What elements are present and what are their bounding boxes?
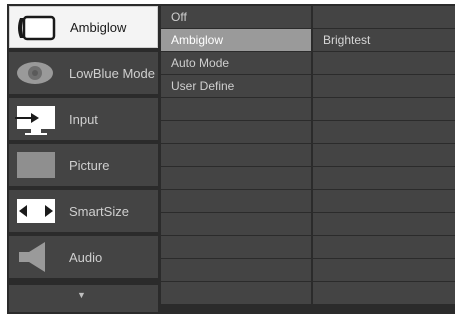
empty-row	[161, 282, 311, 304]
menu-item-picture[interactable]: Picture	[9, 144, 158, 186]
option-user-define[interactable]: User Define	[161, 75, 311, 97]
option-off[interactable]: Off	[161, 6, 311, 28]
menu-label-audio: Audio	[69, 249, 103, 265]
empty-row	[161, 144, 311, 166]
empty-row	[161, 190, 311, 212]
value-label: Brightest	[323, 33, 371, 47]
menu-label-picture: Picture	[69, 157, 110, 173]
smartsize-icon	[17, 199, 55, 223]
lowblue-eye-icon	[17, 62, 53, 84]
empty-row	[313, 52, 455, 74]
empty-row	[313, 75, 455, 97]
empty-row	[313, 167, 455, 189]
picture-icon	[17, 152, 55, 178]
option-ambiglow[interactable]: Ambiglow	[161, 29, 311, 51]
empty-row	[313, 6, 455, 28]
menu-item-ambiglow[interactable]: Ambiglow	[9, 6, 158, 48]
empty-row	[161, 121, 311, 143]
option-auto-mode[interactable]: Auto Mode	[161, 52, 311, 74]
menu-item-lowblue-mode[interactable]: LowBlue Mode	[9, 52, 158, 94]
menu-scroll-down[interactable]: ▼	[9, 285, 158, 312]
input-icon	[15, 106, 55, 135]
main-menu: Ambiglow LowBlue Mode Input Picture Smar…	[7, 4, 160, 314]
menu-label-smartsize: SmartSize	[69, 203, 129, 219]
menu-item-smartsize[interactable]: SmartSize	[9, 190, 158, 232]
menu-label-input: Input	[69, 111, 98, 127]
menu-label-ambiglow: Ambiglow	[70, 19, 127, 35]
value-brightest[interactable]: Brightest	[313, 29, 455, 51]
empty-row	[313, 236, 455, 258]
empty-row	[313, 98, 455, 120]
empty-row	[313, 121, 455, 143]
speaker-icon	[19, 242, 45, 272]
empty-row	[313, 259, 455, 281]
empty-row	[161, 167, 311, 189]
option-label: User Define	[171, 79, 235, 93]
empty-row	[161, 236, 311, 258]
option-label: Ambiglow	[171, 33, 224, 47]
empty-row	[313, 213, 455, 235]
option-label: Off	[171, 10, 187, 24]
empty-row	[313, 190, 455, 212]
submenu-options: Off Ambiglow Auto Mode User Define	[161, 4, 311, 314]
submenu-values: Brightest	[313, 4, 455, 314]
ambiglow-icon	[18, 15, 56, 41]
option-label: Auto Mode	[171, 56, 230, 70]
osd-menu: Ambiglow LowBlue Mode Input Picture Smar…	[7, 4, 455, 314]
chevron-down-icon: ▼	[77, 290, 86, 300]
menu-label-lowblue-mode: LowBlue Mode	[69, 65, 155, 81]
empty-row	[313, 282, 455, 304]
empty-row	[161, 98, 311, 120]
empty-row	[161, 259, 311, 281]
empty-row	[161, 213, 311, 235]
menu-item-input[interactable]: Input	[9, 98, 158, 140]
empty-row	[313, 144, 455, 166]
menu-item-audio[interactable]: Audio	[9, 236, 158, 278]
